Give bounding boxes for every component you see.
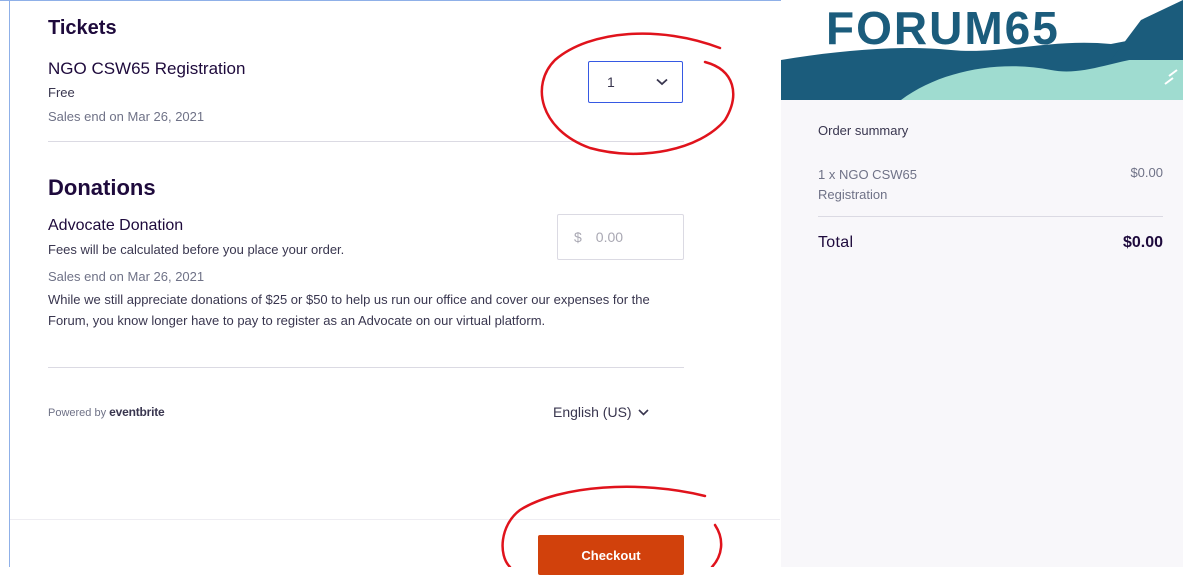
donation-amount-input[interactable] [593,228,668,246]
eventbrite-logo[interactable]: eventbrite [109,405,165,419]
donation-fees-note: Fees will be calculated before you place… [48,242,345,257]
language-selector[interactable]: English (US) [553,404,649,420]
order-summary-title: Order summary [818,123,909,138]
event-banner: FORUM65 [781,0,1183,100]
currency-symbol: $ [574,229,582,245]
summary-divider [818,216,1163,217]
donations-divider [48,367,684,368]
checkout-button[interactable]: Checkout [538,535,684,575]
donation-description: While we still appreciate donations of $… [48,292,650,328]
footer-divider [10,519,780,520]
summary-line-item: 1 x NGO CSW65 Registration [818,167,917,202]
ticket-name: NGO CSW65 Registration [48,59,246,78]
ticket-price: Free [48,85,75,100]
powered-by: Powered by eventbrite [48,405,165,419]
donation-amount-field[interactable]: $ [557,214,684,260]
ticket-quantity-select[interactable]: 1 [588,61,683,103]
donations-heading: Donations [48,175,156,200]
quantity-value: 1 [607,74,615,90]
checkout-main-panel: Tickets NGO CSW65 Registration Free Sale… [10,1,780,575]
donation-sales-end: Sales end on Mar 26, 2021 [48,269,205,284]
order-summary-sidebar: FORUM65 Order summary 1 x NGO CSW65 Regi… [781,0,1183,567]
banner-artwork: FORUM65 [781,0,1183,100]
donation-name: Advocate Donation [48,217,184,234]
banner-title: FORUM65 [826,2,1060,54]
powered-by-label: Powered by [48,407,107,419]
summary-line-price: $0.00 [1130,165,1163,180]
total-value: $0.00 [1122,234,1163,251]
tickets-divider [48,141,684,142]
window-left-border [9,0,10,567]
tickets-heading: Tickets [48,17,117,39]
language-label: English (US) [553,404,632,420]
ticket-sales-end: Sales end on Mar 26, 2021 [48,109,205,124]
chevron-down-icon [656,78,668,86]
total-label: Total [818,234,854,251]
chevron-down-icon [638,408,649,416]
